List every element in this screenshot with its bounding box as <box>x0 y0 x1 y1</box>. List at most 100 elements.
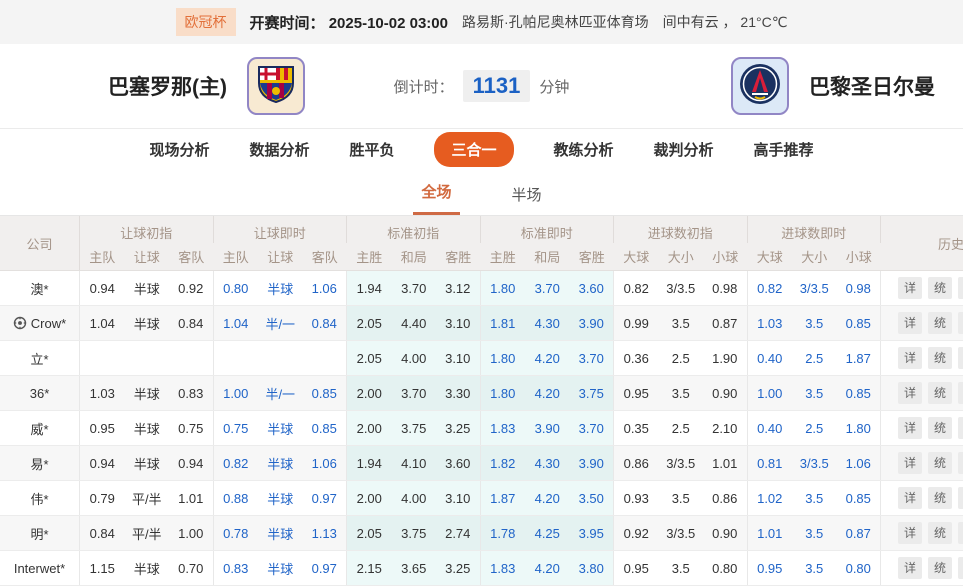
odds-cell: 1.00 <box>214 376 259 410</box>
nav-tab-数据分析[interactable]: 数据分析 <box>249 139 309 160</box>
odds-cell: 3.80 <box>570 551 615 585</box>
venue-name: 路易斯·孔帕尼奥林匹亚体育场 <box>462 12 649 32</box>
odds-cell: 1.04 <box>214 306 259 340</box>
company-cell: Crow* <box>0 306 80 340</box>
odds-cell: 1.80 <box>481 376 526 410</box>
subtab-半场[interactable]: 半场 <box>504 174 550 215</box>
odds-cell: 半球 <box>125 376 170 410</box>
odds-cell: 2.05 <box>347 341 392 375</box>
history-extra-button[interactable] <box>958 277 963 299</box>
stats-button[interactable]: 统 <box>928 417 952 439</box>
detail-button[interactable]: 详 <box>898 347 922 369</box>
odds-cell: 半球 <box>258 271 303 305</box>
odds-cell: 0.90 <box>703 376 748 410</box>
odds-cell: 3.70 <box>392 271 437 305</box>
history-actions-cell: 详统 <box>881 341 963 375</box>
company-name: 立* <box>30 349 48 368</box>
sub-header-小球: 小球 <box>703 243 748 270</box>
detail-button[interactable]: 详 <box>898 522 922 544</box>
history-extra-button[interactable] <box>958 382 963 404</box>
detail-button[interactable]: 详 <box>898 382 922 404</box>
sub-header-和局: 和局 <box>392 243 437 270</box>
history-extra-button[interactable] <box>958 417 963 439</box>
odds-cell: 1.01 <box>169 481 214 515</box>
stats-button[interactable]: 统 <box>928 347 952 369</box>
nav-tab-胜平负[interactable]: 胜平负 <box>349 139 394 160</box>
nav-tab-现场分析[interactable]: 现场分析 <box>149 139 209 160</box>
history-actions-cell: 详统 <box>881 411 963 445</box>
company-cell: 易* <box>0 446 80 480</box>
stats-button[interactable]: 统 <box>928 487 952 509</box>
odds-cell: 1.15 <box>80 551 125 585</box>
odds-cell: 2.5 <box>659 341 704 375</box>
odds-cell: 半球 <box>125 411 170 445</box>
odds-cell: 0.90 <box>703 516 748 550</box>
odds-cell: 0.83 <box>169 376 214 410</box>
odds-cell: 3.25 <box>436 411 481 445</box>
history-extra-button[interactable] <box>958 487 963 509</box>
history-actions-cell: 详统 <box>881 551 963 585</box>
detail-button[interactable]: 详 <box>898 557 922 579</box>
odds-cell <box>80 341 125 375</box>
sub-header-让球: 让球 <box>125 243 170 270</box>
subtab-全场[interactable]: 全场 <box>413 171 459 215</box>
odds-cell: 0.78 <box>214 516 259 550</box>
nav-tab-高手推荐[interactable]: 高手推荐 <box>754 139 814 160</box>
stats-button[interactable]: 统 <box>928 277 952 299</box>
sub-header-大小: 大小 <box>659 243 704 270</box>
odds-cell: 0.98 <box>837 271 882 305</box>
odds-cell: 2.5 <box>659 411 704 445</box>
odds-cell: 4.30 <box>525 446 570 480</box>
odds-cell: 3/3.5 <box>659 516 704 550</box>
history-extra-button[interactable] <box>958 452 963 474</box>
nav-tab-三合一[interactable]: 三合一 <box>434 132 513 167</box>
odds-cell: 0.82 <box>614 271 659 305</box>
stats-button[interactable]: 统 <box>928 557 952 579</box>
group-header-标准即时: 标准即时 <box>481 216 615 243</box>
group-header-让球初指: 让球初指 <box>80 216 214 243</box>
away-team-name: 巴黎圣日尔曼 <box>809 71 935 101</box>
detail-button[interactable]: 详 <box>898 277 922 299</box>
odds-cell: 2.5 <box>792 411 837 445</box>
odds-cell: 4.30 <box>525 306 570 340</box>
odds-cell: 半球 <box>258 516 303 550</box>
detail-button[interactable]: 详 <box>898 312 922 334</box>
history-actions-cell: 详统 <box>881 376 963 410</box>
odds-cell: 3/3.5 <box>792 271 837 305</box>
history-actions-cell: 详统 <box>881 446 963 480</box>
psg-crest-icon <box>738 62 782 111</box>
odds-cell: 2.00 <box>347 376 392 410</box>
history-extra-button[interactable] <box>958 312 963 334</box>
odds-cell: 0.95 <box>614 376 659 410</box>
stats-button[interactable]: 统 <box>928 312 952 334</box>
odds-cell: 1.94 <box>347 446 392 480</box>
odds-cell: 0.85 <box>837 481 882 515</box>
away-team: 巴黎圣日尔曼 <box>731 44 935 128</box>
detail-button[interactable]: 详 <box>898 487 922 509</box>
company-name: 36* <box>30 386 50 401</box>
odds-cell: 3/3.5 <box>659 271 704 305</box>
odds-cell: 1.94 <box>347 271 392 305</box>
stats-button[interactable]: 统 <box>928 452 952 474</box>
company-name: Crow* <box>31 316 66 331</box>
odds-cell: 1.78 <box>481 516 526 550</box>
company-cell: Interwet* <box>0 551 80 585</box>
odds-cell: 0.84 <box>169 306 214 340</box>
detail-button[interactable]: 详 <box>898 452 922 474</box>
company-cell: 伟* <box>0 481 80 515</box>
odds-cell: 3/3.5 <box>792 446 837 480</box>
history-extra-button[interactable] <box>958 347 963 369</box>
detail-button[interactable]: 详 <box>898 417 922 439</box>
table-row: 威*0.95半球0.750.75半球0.852.003.753.251.833.… <box>0 411 963 446</box>
odds-cell: 4.00 <box>392 341 437 375</box>
history-extra-button[interactable] <box>958 557 963 579</box>
odds-cell: 1.90 <box>703 341 748 375</box>
stats-button[interactable]: 统 <box>928 382 952 404</box>
nav-tab-裁判分析[interactable]: 裁判分析 <box>654 139 714 160</box>
stats-button[interactable]: 统 <box>928 522 952 544</box>
company-name: 伟* <box>30 489 48 508</box>
group-header-进球数初指: 进球数初指 <box>614 216 748 243</box>
group-header-进球数即时: 进球数即时 <box>748 216 882 243</box>
history-extra-button[interactable] <box>958 522 963 544</box>
nav-tab-教练分析[interactable]: 教练分析 <box>554 139 614 160</box>
